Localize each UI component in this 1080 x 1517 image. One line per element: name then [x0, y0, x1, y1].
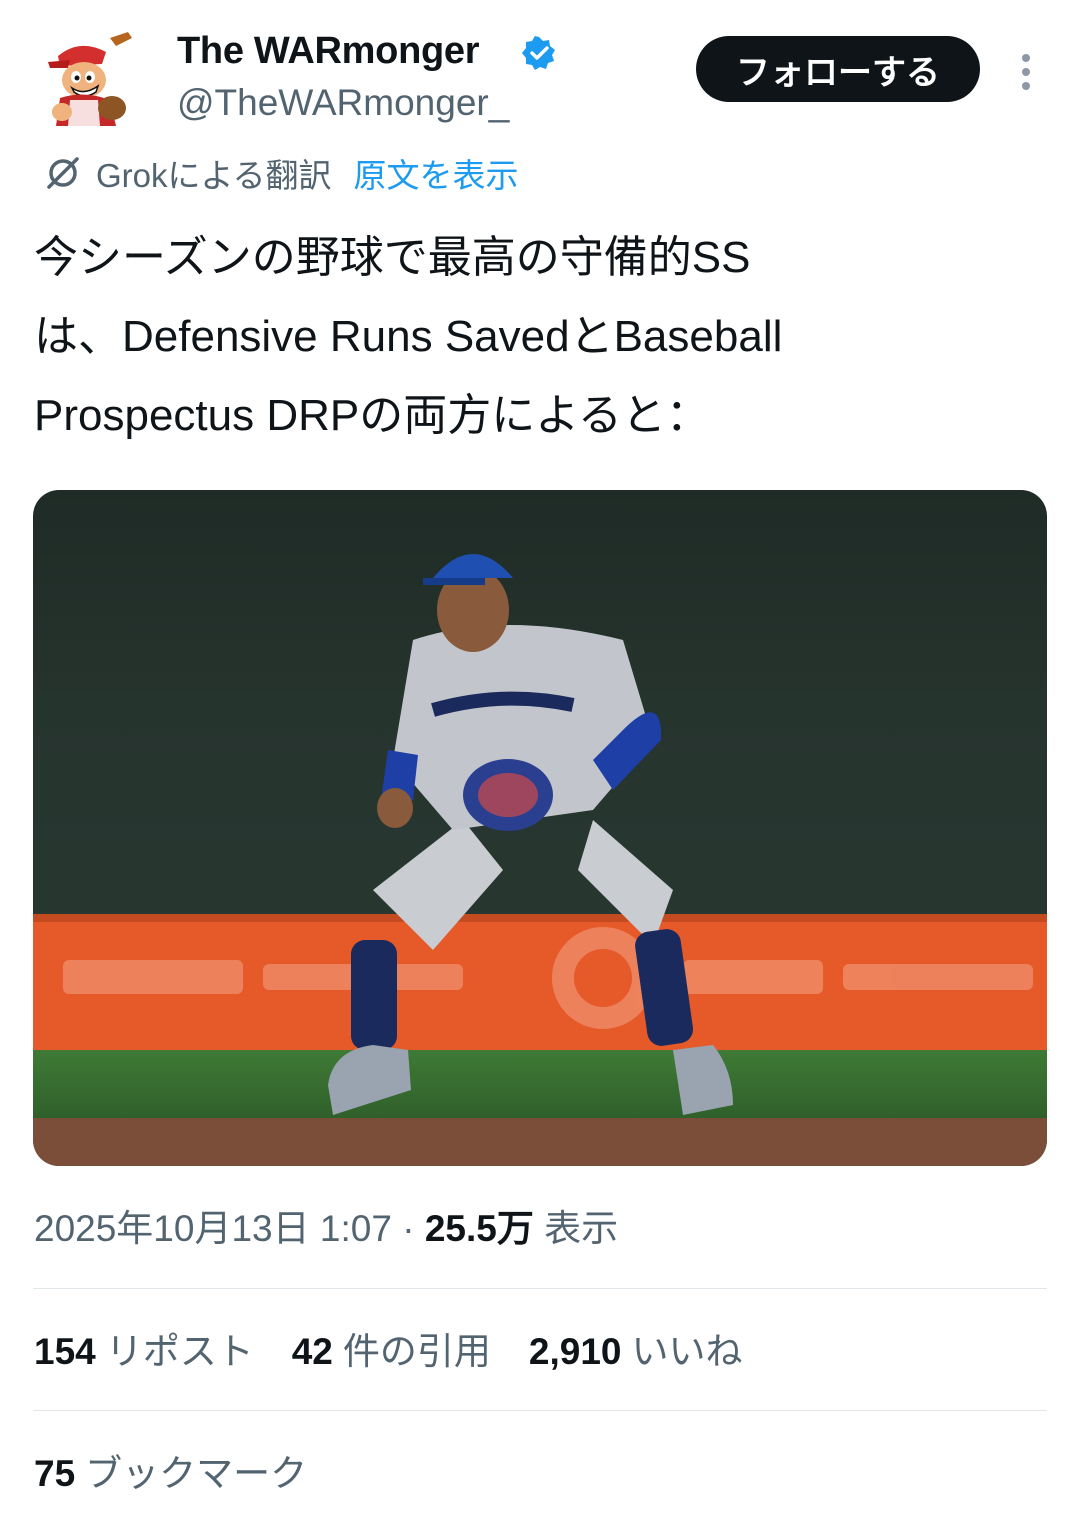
meta-separator: ·	[402, 1208, 415, 1249]
author-handle[interactable]: @TheWARmonger_	[177, 80, 509, 126]
reposts-stat[interactable]: 154 リポスト	[34, 1326, 254, 1378]
likes-stat[interactable]: 2,910 いいね	[529, 1326, 743, 1378]
follow-button[interactable]: フォローする	[696, 36, 980, 102]
tweet-meta: 2025年10月13日 1:07 · 25.5万 表示	[34, 1204, 618, 1254]
quotes-count: 42	[291, 1331, 333, 1372]
baseball-player-photo	[33, 490, 1047, 1166]
verified-badge-icon	[522, 36, 556, 70]
engagement-stats: 154 リポスト 42 件の引用 2,910 いいね	[34, 1326, 780, 1378]
translation-row: Grokによる翻訳 原文を表示	[44, 150, 519, 196]
likes-count: 2,910	[528, 1331, 622, 1372]
translation-label: Grokによる翻訳	[96, 157, 332, 194]
grok-icon	[47, 157, 79, 189]
quotes-stat[interactable]: 42 件の引用	[292, 1326, 491, 1378]
tweet-text-line: Prospectus DRPの両方によると：	[34, 391, 710, 440]
bookmarks-stat[interactable]: 75 ブックマーク	[34, 1448, 307, 1500]
reposts-count: 154	[34, 1331, 96, 1372]
tweet-photo[interactable]	[33, 490, 1047, 1166]
tweet-text-line: 今シーズンの野球で最高の守備的SS	[34, 233, 751, 282]
vertical-ellipsis-icon	[1022, 54, 1030, 62]
divider	[33, 1288, 1047, 1289]
show-original-link[interactable]: 原文を表示	[354, 149, 519, 197]
author-avatar[interactable]	[40, 30, 140, 130]
bookmarks-count: 75	[34, 1453, 76, 1494]
more-options-button[interactable]	[1006, 48, 1046, 92]
quotes-label: 件の引用	[342, 1331, 491, 1372]
tweet-text: 今シーズンの野球で最高の守備的SS は、Defensive Runs Saved…	[34, 218, 1044, 455]
bookmarks-label: ブックマーク	[85, 1453, 308, 1494]
view-count: 25.5万	[424, 1208, 534, 1249]
view-label: 表示	[544, 1208, 619, 1249]
divider	[33, 1410, 1047, 1411]
tweet-timestamp[interactable]: 2025年10月13日 1:07	[34, 1208, 392, 1249]
likes-label: いいね	[631, 1331, 743, 1372]
baseball-mascot-icon	[40, 30, 140, 130]
tweet-text-line: は、Defensive Runs SavedとBaseball	[34, 312, 783, 361]
reposts-label: リポスト	[105, 1331, 254, 1372]
author-display-name[interactable]: The WARmonger	[177, 28, 480, 74]
